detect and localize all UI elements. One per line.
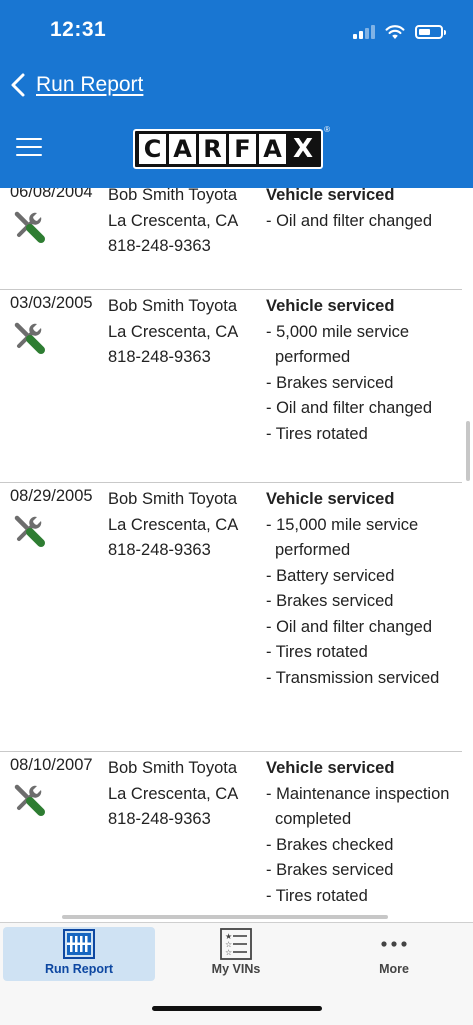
dealer-phone[interactable]: 818-248-9363 <box>108 234 238 260</box>
record-details: Vehicle serviced - Oil and filter changed <box>266 188 456 234</box>
record-type: Vehicle serviced <box>266 490 395 508</box>
back-button[interactable]: Run Report <box>10 70 143 100</box>
record-detail-item: - Transmission serviced <box>266 668 440 687</box>
tab-my-vins[interactable]: ★ ☆ ☆ My VINs <box>160 927 312 981</box>
record-detail-item: - Battery serviced <box>266 566 395 585</box>
record-detail-item: - Tires rotated <box>266 886 368 905</box>
record-source: Bob Smith Toyota La Crescenta, CA 818-248-… <box>108 756 238 833</box>
vertical-scroll-indicator <box>466 421 470 481</box>
back-label: Run Report <box>36 73 144 96</box>
service-history-list[interactable]: 06/08/2004 Bob Smith Toyota La Crescenta, … <box>0 188 473 922</box>
status-time: 12:31 <box>50 18 107 41</box>
more-dots-icon <box>381 941 407 947</box>
service-wrench-icon <box>11 320 45 354</box>
navigation-bar: Run Report <box>0 62 473 111</box>
record-detail-item: - Maintenance inspection completed <box>266 784 450 829</box>
chevron-left-icon <box>11 73 25 97</box>
record-date: 08/10/2007 <box>10 756 93 774</box>
tab-label: Run Report <box>44 962 114 976</box>
record-type: Vehicle serviced <box>266 188 395 204</box>
brand-bar: C A R F A X ® <box>0 110 473 188</box>
service-record[interactable]: 08/10/2007 Bob Smith Toyota La Crescenta, … <box>0 751 462 922</box>
horizontal-scroll-indicator <box>62 915 388 919</box>
tab-label: My VINs <box>211 962 261 976</box>
cellular-signal-icon <box>353 25 375 39</box>
hamburger-menu-icon[interactable] <box>16 136 42 158</box>
dealer-location: La Crescenta, CA <box>108 211 239 230</box>
carfax-logo: C A R F A X ® <box>133 125 330 169</box>
record-detail-item: - Tires rotated <box>266 643 368 661</box>
record-details: Vehicle serviced - Maintenance inspection… <box>266 756 456 909</box>
dealer-name: Bob Smith Toyota <box>108 297 238 315</box>
record-type: Vehicle serviced <box>266 297 395 315</box>
dealer-name: Bob Smith Toyota <box>108 188 238 204</box>
record-date: 03/03/2005 <box>10 294 93 312</box>
logo-letter: A <box>259 134 286 164</box>
record-source: Bob Smith Toyota La Crescenta, CA 818-248-… <box>108 294 238 371</box>
service-wrench-icon <box>11 513 45 547</box>
record-details: Vehicle serviced - 5,000 mile service per… <box>266 294 456 447</box>
dealer-name: Bob Smith Toyota <box>108 759 238 777</box>
record-date: 06/08/2004 <box>10 188 93 201</box>
record-detail-item: - Oil and filter changed <box>266 211 433 230</box>
my-vins-icon: ★ ☆ ☆ <box>220 928 252 960</box>
status-icons <box>353 22 446 42</box>
service-wrench-icon <box>11 209 45 243</box>
service-wrench-icon <box>11 782 45 816</box>
tab-label: More <box>379 962 409 976</box>
tab-run-report[interactable]: Run Report <box>3 927 155 981</box>
dealer-location: La Crescenta, CA <box>108 784 239 803</box>
service-record[interactable]: 06/08/2004 Bob Smith Toyota La Crescenta, … <box>0 188 462 290</box>
battery-icon <box>415 25 446 39</box>
logo-letter: F <box>229 134 256 164</box>
record-detail-item: - Brakes checked <box>266 835 394 854</box>
record-detail-item: - Brakes serviced <box>266 861 394 879</box>
record-details: Vehicle serviced - 15,000 mile service pe… <box>266 487 456 691</box>
svg-text:☆: ☆ <box>225 948 232 957</box>
dealer-phone[interactable]: 818-248-9363 <box>108 345 238 371</box>
dealer-location: La Crescenta, CA <box>108 322 239 341</box>
record-source: Bob Smith Toyota La Crescenta, CA 818-248-… <box>108 188 238 260</box>
logo-letter: C <box>139 134 166 164</box>
service-record[interactable]: 08/29/2005 Bob Smith Toyota La Crescenta, … <box>0 482 462 752</box>
record-detail-item: - Oil and filter changed <box>266 399 433 417</box>
record-detail-item: - Tires rotated <box>266 424 368 443</box>
dealer-location: La Crescenta, CA <box>108 515 239 534</box>
dealer-phone[interactable]: 818-248-9363 <box>108 538 238 564</box>
tab-more[interactable]: More <box>318 927 470 981</box>
logo-letter: R <box>199 134 226 164</box>
status-bar: 12:31 <box>0 0 473 62</box>
logo-letter: A <box>169 134 196 164</box>
registered-mark: ® <box>324 125 330 134</box>
dealer-phone[interactable]: 818-248-9363 <box>108 807 238 833</box>
record-date: 08/29/2005 <box>10 487 93 505</box>
home-indicator <box>152 1006 322 1011</box>
record-detail-item: - Brakes serviced <box>266 373 394 392</box>
dealer-name: Bob Smith Toyota <box>108 490 238 508</box>
wifi-icon <box>385 25 405 39</box>
logo-letter: X <box>289 134 317 164</box>
record-detail-item: - Oil and filter changed <box>266 617 433 636</box>
record-detail-item: - Brakes serviced <box>266 592 394 610</box>
record-detail-item: - 15,000 mile service performed <box>266 515 419 560</box>
record-type: Vehicle serviced <box>266 759 395 777</box>
record-detail-item: - 5,000 mile service performed <box>266 322 410 367</box>
record-source: Bob Smith Toyota La Crescenta, CA 818-248-… <box>108 487 238 564</box>
run-report-icon <box>63 929 95 959</box>
service-record[interactable]: 03/03/2005 Bob Smith Toyota La Crescenta, … <box>0 289 462 483</box>
